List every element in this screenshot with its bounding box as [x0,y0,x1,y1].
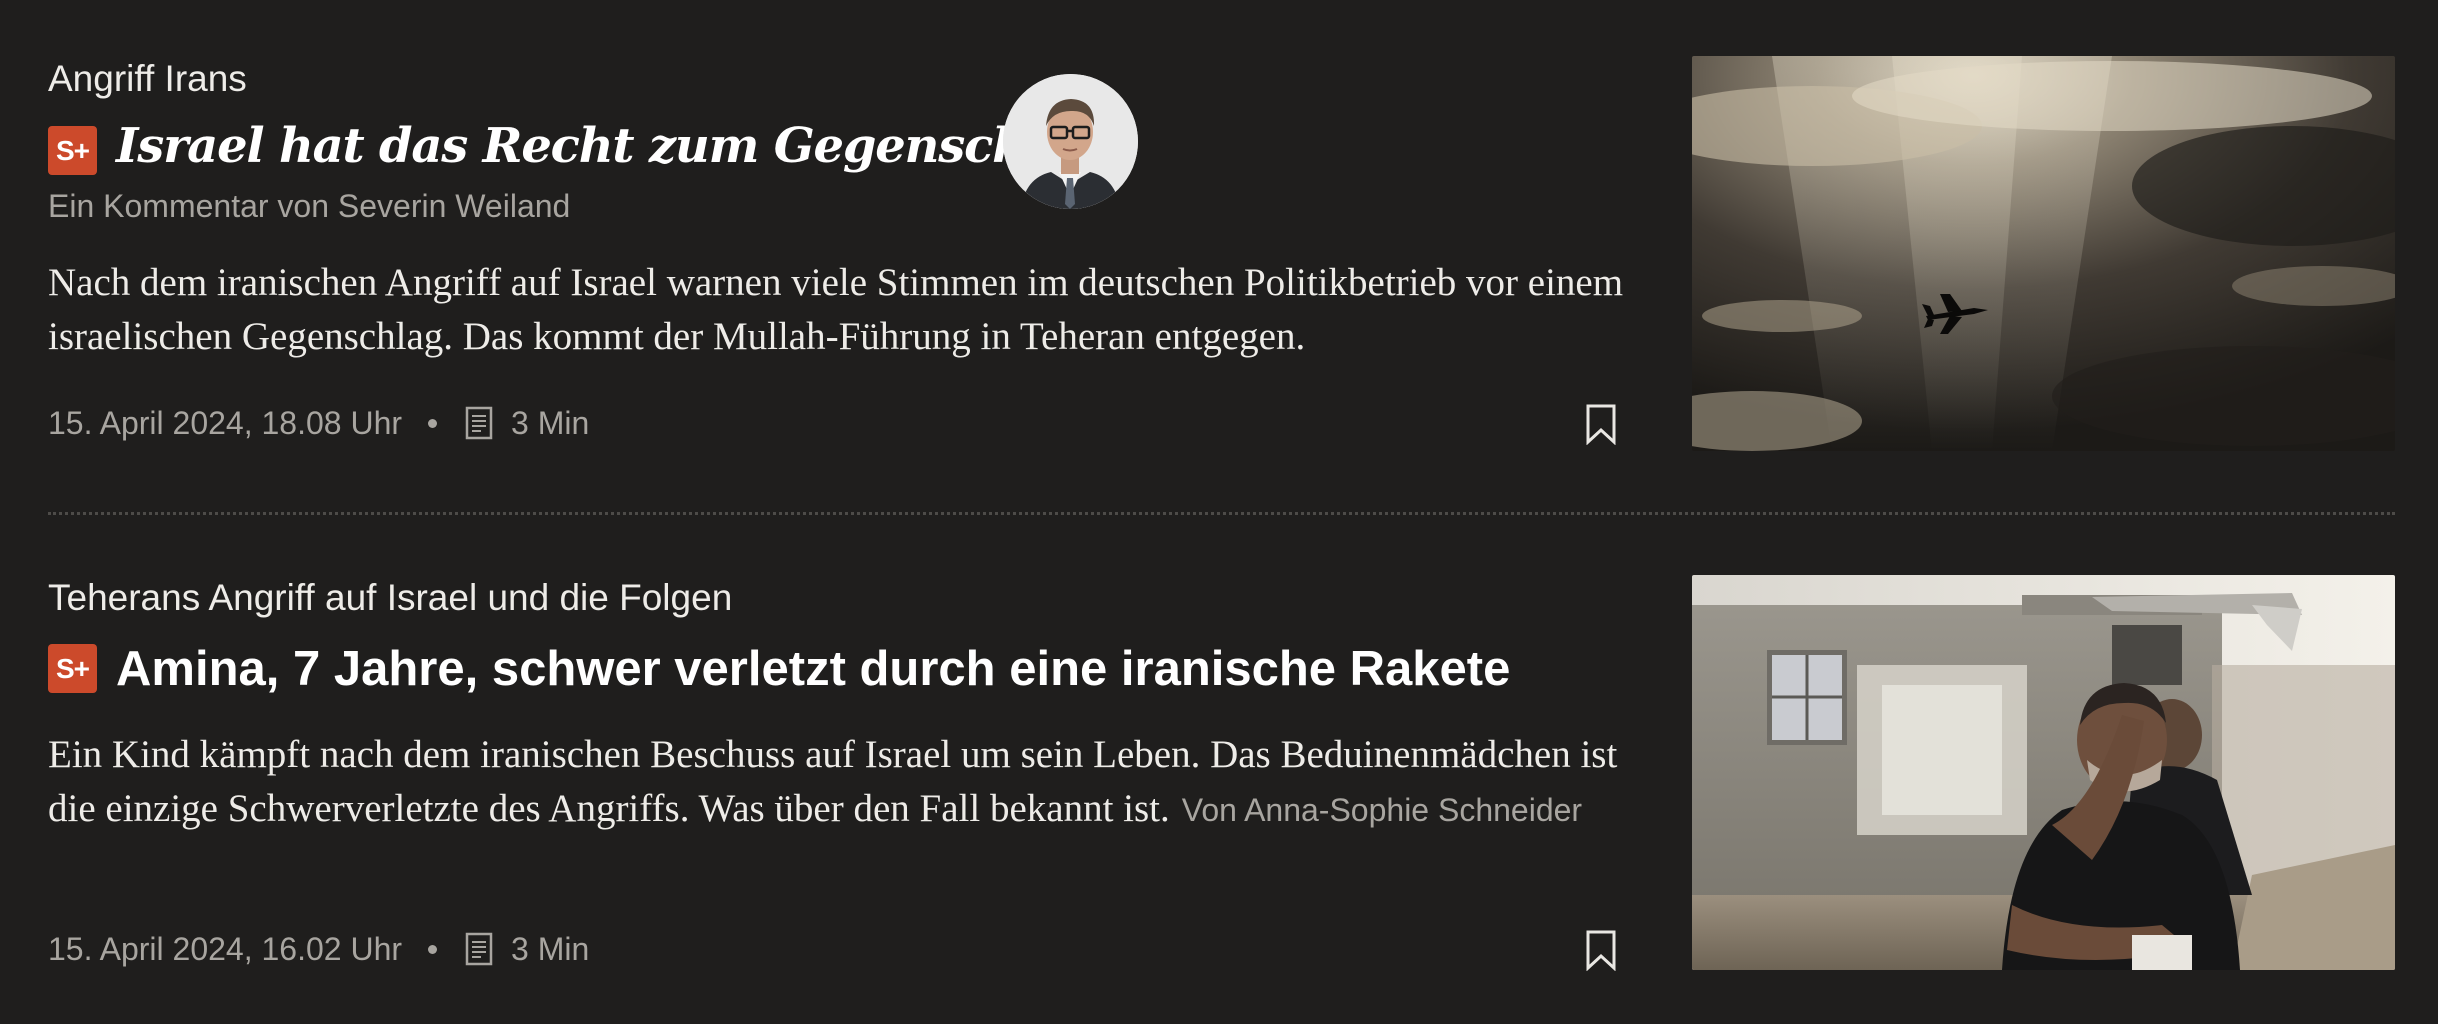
publish-date: 15. April 2024, 18.08 Uhr [48,404,403,441]
damaged-house-photo [1692,575,2395,970]
fighter-jet-photo [1692,56,2395,451]
article-kicker[interactable]: Angriff Irans [48,58,247,100]
article-title[interactable]: Amina, 7 Jahre, schwer verletzt durch ei… [116,641,1510,697]
article-thumbnail[interactable] [1692,56,2395,451]
article-teaser[interactable]: Teherans Angriff auf Israel und die Folg… [0,515,2438,1024]
reading-time: 3 Min [511,404,590,441]
article-meta: 15. April 2024, 16.02 Uhr 3 Min [48,927,589,971]
bookmark-icon[interactable] [1585,929,1617,971]
document-icon [465,406,493,440]
document-icon [465,932,493,966]
separator-dot [428,418,438,428]
article-byline: Ein Kommentar von Severin Weiland [48,188,571,224]
article-thumbnail[interactable] [1692,575,2395,970]
separator-dot [428,944,438,954]
article-teaser-text: Nach dem iranischen Angriff auf Israel w… [48,261,1624,358]
article-kicker[interactable]: Teherans Angriff auf Israel und die Folg… [48,577,732,619]
spiegel-plus-badge: S+ [48,644,97,693]
bookmark-icon[interactable] [1585,403,1617,445]
article-teaser[interactable]: Angriff Irans S+ Israel hat das Recht zu… [0,0,2438,515]
article-byline: Von Anna-Sophie Schneider [1181,792,1583,828]
article-title[interactable]: Israel hat das Recht zum Gegenschlag [116,118,1106,174]
article-teaser-text: Ein Kind kämpft nach dem iranischen Besc… [48,728,1658,837]
spiegel-plus-badge: S+ [48,126,97,175]
author-avatar[interactable] [1003,74,1138,209]
reading-time: 3 Min [511,930,590,967]
article-meta: 15. April 2024, 18.08 Uhr 3 Min [48,401,589,445]
publish-date: 15. April 2024, 16.02 Uhr [48,930,403,967]
